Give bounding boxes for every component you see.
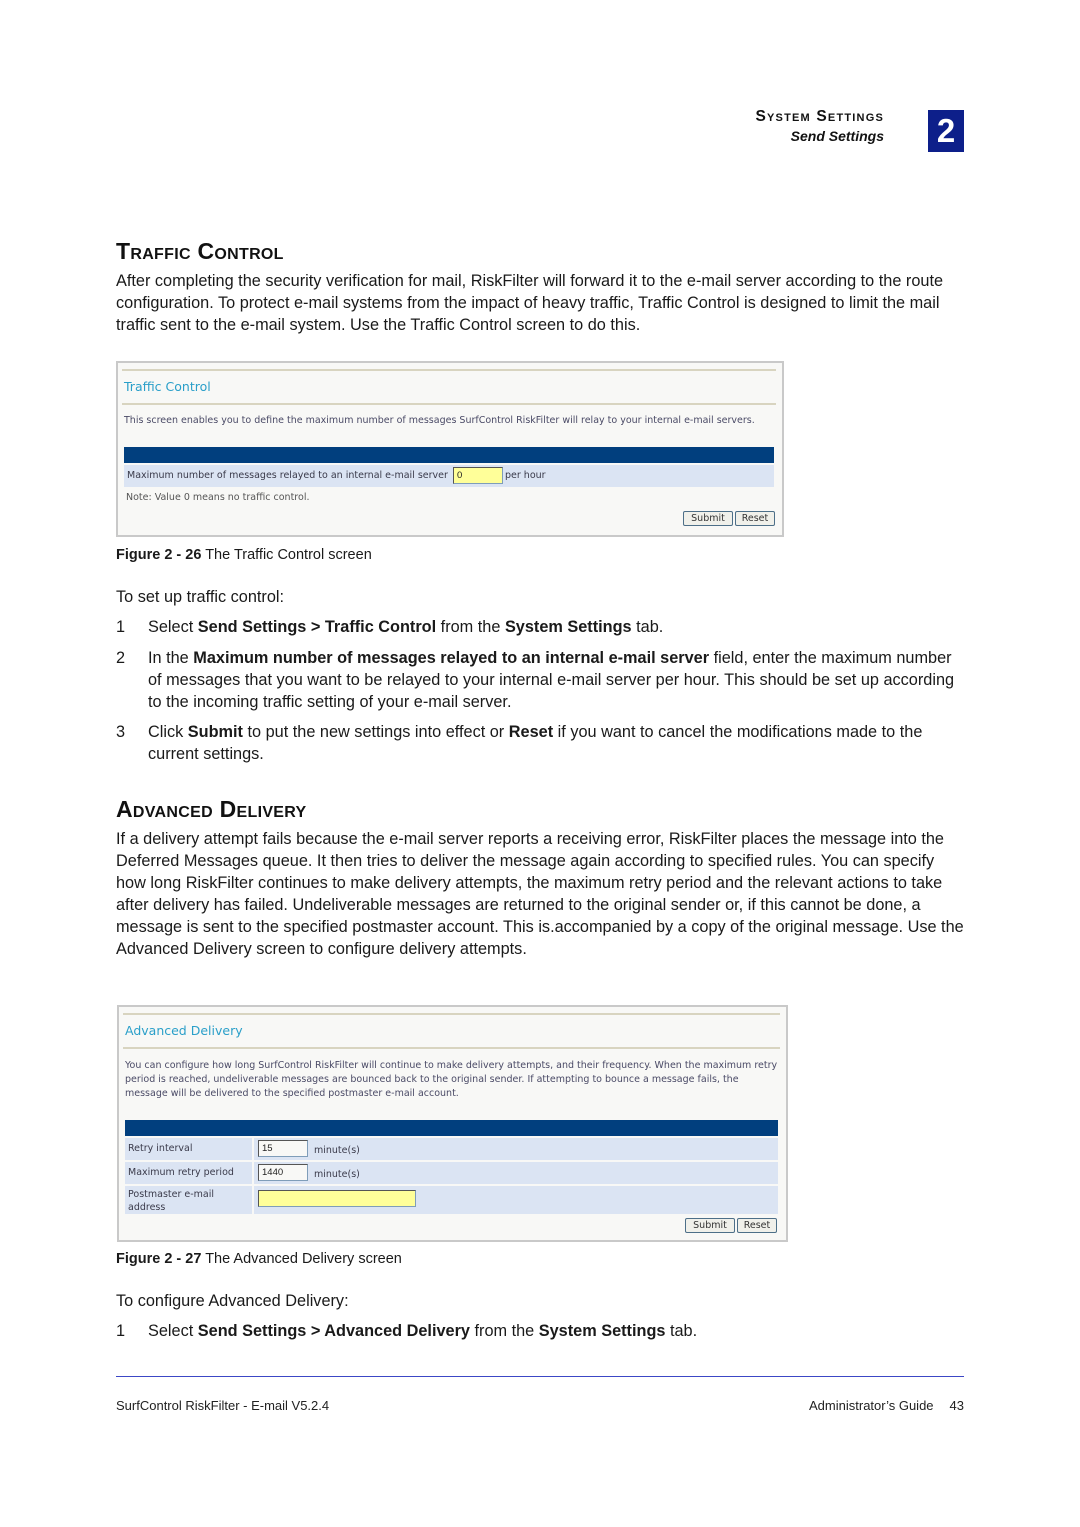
max-messages-input[interactable] [453, 467, 503, 484]
traffic-steps-intro: To set up traffic control: [116, 588, 285, 606]
column-divider [252, 1162, 254, 1184]
advanced-delivery-screenshot: Advanced Delivery You can configure how … [117, 1005, 788, 1242]
figure-caption-2-27: Figure 2 - 27 The Advanced Delivery scre… [116, 1251, 402, 1267]
list-item: 1 Select Send Settings > Advanced Deliver… [116, 1320, 966, 1342]
ui-term: System Settings [504, 618, 632, 636]
max-retry-period-input[interactable] [258, 1164, 308, 1181]
list-item: 1 Select Send Settings > Traffic Control … [116, 616, 966, 638]
max-retry-period-label: Maximum retry period [128, 1167, 234, 1178]
retry-interval-row: Retry interval minute(s) [125, 1138, 778, 1160]
submit-button[interactable]: Submit [683, 511, 733, 526]
ui-term: Send Settings > Advanced Delivery [197, 1322, 470, 1340]
table-header-bar [124, 447, 774, 463]
ui-term: Maximum number of messages relayed to an… [193, 649, 710, 667]
header-subsection-title: Send Settings [790, 128, 884, 144]
ui-term: Send Settings > Traffic Control [197, 618, 437, 636]
retry-interval-unit: minute(s) [314, 1145, 360, 1156]
ui-term: Submit [187, 723, 243, 741]
postmaster-label: Postmaster e-mail address [128, 1189, 215, 1213]
figure-caption-text: The Traffic Control screen [205, 547, 372, 563]
step-number: 1 [116, 618, 126, 636]
reset-button[interactable]: Reset [735, 511, 775, 526]
step-text: Select Send Settings > Traffic Control f… [148, 616, 966, 638]
retry-interval-label: Retry interval [128, 1143, 193, 1154]
reset-button[interactable]: Reset [737, 1218, 777, 1233]
max-messages-row: Maximum number of messages relayed to an… [124, 465, 774, 487]
step-text-run: to put the new settings into effect or [242, 723, 509, 741]
step-text-run: from the [436, 618, 505, 636]
advanced-delivery-heading: Advanced Delivery [116, 796, 307, 822]
max-retry-period-row: Maximum retry period minute(s) [125, 1162, 778, 1184]
ui-term: System Settings [538, 1322, 666, 1340]
title-rule-bottom [122, 403, 776, 405]
max-retry-period-unit: minute(s) [314, 1169, 360, 1180]
submit-button[interactable]: Submit [685, 1218, 735, 1233]
screen-description: This screen enables you to define the ma… [124, 415, 755, 426]
header-section-title: System Settings [755, 108, 884, 125]
figure-caption-2-26: Figure 2 - 26 The Traffic Control screen [116, 547, 372, 563]
advanced-delivery-intro: If a delivery attempt fails because the … [116, 830, 964, 958]
advanced-steps-intro: To configure Advanced Delivery: [116, 1292, 349, 1310]
table-header-bar [125, 1120, 778, 1136]
step-text-run: tab. [665, 1322, 698, 1340]
title-rule-bottom [123, 1047, 780, 1049]
step-number: 2 [116, 649, 126, 667]
column-divider [252, 1138, 254, 1160]
retry-interval-input[interactable] [258, 1140, 308, 1157]
footer-right: Administrator’s Guide 43 [793, 1398, 964, 1413]
step-text-run: tab. [631, 618, 664, 636]
step-text-run: In the [148, 649, 194, 667]
step-text: Select Send Settings > Advanced Delivery… [148, 1320, 966, 1342]
step-text: In the Maximum number of messages relaye… [148, 647, 966, 713]
postmaster-email-input[interactable] [258, 1190, 416, 1207]
postmaster-row: Postmaster e-mail address [125, 1186, 778, 1214]
step-text-run: Click [148, 723, 188, 741]
max-messages-label: Maximum number of messages relayed to an… [127, 470, 448, 481]
traffic-control-intro: After completing the security verificati… [116, 272, 944, 334]
figure-label: Figure 2 - 26 [116, 547, 202, 563]
list-item: 3 Click Submit to put the new settings in… [116, 721, 966, 765]
figure-caption-text: The Advanced Delivery screen [205, 1251, 402, 1267]
step-text: Click Submit to put the new settings int… [148, 721, 966, 765]
footer-guide-title: Administrator’s Guide [809, 1398, 934, 1413]
ui-term: Reset [508, 723, 554, 741]
traffic-control-screenshot: Traffic Control This screen enables you … [116, 361, 784, 537]
column-divider [252, 1186, 254, 1214]
step-number: 3 [116, 723, 126, 741]
list-item: 2 In the Maximum number of messages relay… [116, 647, 966, 713]
step-text-run: Select [148, 1322, 198, 1340]
traffic-control-heading: Traffic Control [116, 238, 284, 264]
running-header: System Settings Send Settings [755, 108, 884, 144]
page-number: 43 [949, 1398, 964, 1413]
title-rule-top [122, 369, 776, 371]
screen-title: Traffic Control [124, 379, 211, 394]
max-messages-unit: per hour [505, 470, 546, 481]
traffic-control-note: Note: Value 0 means no traffic control. [126, 492, 310, 503]
footer-divider [116, 1376, 964, 1377]
screen-title: Advanced Delivery [125, 1023, 243, 1038]
step-number: 1 [116, 1322, 126, 1340]
figure-label: Figure 2 - 27 [116, 1251, 202, 1267]
footer-product: SurfControl RiskFilter - E-mail V5.2.4 [116, 1398, 330, 1413]
screen-description: You can configure how long SurfControl R… [125, 1060, 778, 1099]
step-text-run: from the [469, 1322, 539, 1340]
chapter-number-badge: 2 [928, 110, 964, 152]
title-rule-top [123, 1013, 780, 1015]
step-text-run: Select [148, 618, 198, 636]
